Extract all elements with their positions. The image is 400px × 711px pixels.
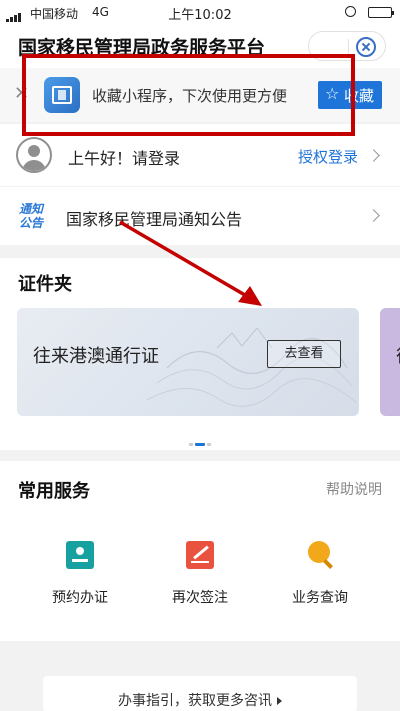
- annotation-arrow: [119, 220, 262, 306]
